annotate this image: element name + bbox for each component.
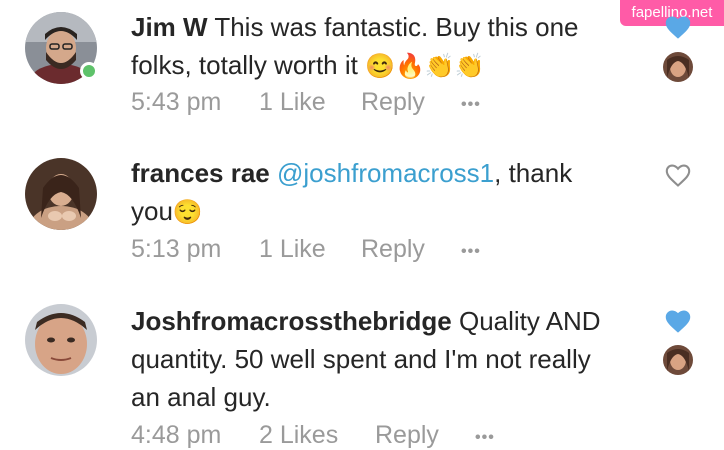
more-options-icon[interactable]: ••• — [461, 243, 481, 261]
avatar[interactable] — [25, 304, 97, 376]
comment-username[interactable]: frances rae — [131, 158, 270, 188]
online-status-indicator — [80, 62, 98, 80]
reply-button[interactable]: Reply — [361, 235, 425, 264]
liker-avatar — [663, 345, 693, 375]
heart-filled-icon[interactable] — [664, 308, 692, 334]
more-options-icon[interactable]: ••• — [461, 96, 481, 114]
comment-username[interactable]: Jim W — [131, 12, 208, 42]
reply-button[interactable]: Reply — [375, 421, 439, 450]
like-count[interactable]: 2 Likes — [259, 421, 338, 450]
comment-time: 4:48 pm — [131, 421, 222, 449]
comment-body: Jim W This was fantastic. Buy this one f… — [131, 8, 611, 86]
more-options-icon[interactable]: ••• — [475, 429, 495, 447]
comment-username[interactable]: Joshfromacrossthebridge — [131, 306, 452, 336]
like-count[interactable]: 1 Like — [259, 235, 326, 264]
heart-filled-icon[interactable] — [664, 14, 692, 40]
liker-avatar — [663, 52, 693, 82]
comment-time: 5:13 pm — [131, 235, 222, 263]
heart-outline-icon[interactable] — [664, 162, 692, 188]
mention-link[interactable]: @joshfromacross1 — [277, 158, 494, 188]
reply-button[interactable]: Reply — [361, 88, 425, 117]
like-count[interactable]: 1 Like — [259, 88, 326, 117]
comment-time: 5:43 pm — [131, 88, 222, 116]
comment-emojis: 😌 — [172, 199, 203, 226]
comment-emojis: 😊🔥👏👏 — [365, 53, 485, 80]
avatar[interactable] — [25, 158, 97, 230]
comment-body: Joshfromacrossthebridge Quality AND quan… — [131, 302, 611, 416]
comment-body: frances rae @joshfromacross1, thank you😌 — [131, 154, 611, 232]
